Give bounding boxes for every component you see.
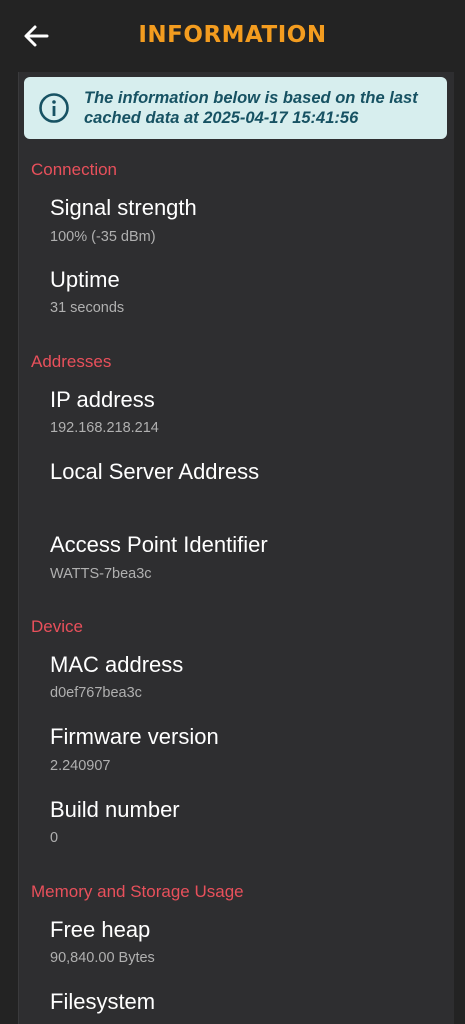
free-heap-value: 90,840.00 Bytes [50, 950, 155, 966]
info-icon [38, 92, 70, 124]
mac-address-label: MAC address [50, 652, 184, 677]
section-header-memory: Memory and Storage Usage [31, 882, 244, 901]
build-number-label: Build number [50, 797, 180, 822]
firmware-version-label: Firmware version [50, 724, 219, 749]
section-header-addresses: Addresses [31, 352, 112, 371]
build-number-value: 0 [50, 830, 59, 846]
uptime-label: Uptime [50, 267, 120, 292]
top-app-bar: INFORMATION [0, 0, 465, 72]
info-list-panel[interactable]: The information below is based on the la… [18, 72, 454, 1024]
cached-data-banner: The information below is based on the la… [24, 77, 447, 139]
access-point-identifier-label: Access Point Identifier [50, 532, 268, 557]
signal-strength-label: Signal strength [50, 195, 197, 220]
ip-address-value: 192.168.218.214 [50, 420, 159, 436]
access-point-identifier-value: WATTS-7bea3c [50, 566, 152, 582]
banner-text: The information below is based on the la… [84, 89, 418, 127]
filesystem-label: Filesystem [50, 989, 156, 1014]
section-header-device: Device [31, 617, 83, 636]
free-heap-label: Free heap [50, 917, 151, 942]
firmware-version-value: 2.240907 [50, 758, 111, 774]
section-header-connection: Connection [31, 160, 118, 179]
local-server-address-label: Local Server Address [50, 459, 260, 484]
ip-address-label: IP address [50, 387, 155, 412]
uptime-value: 31 seconds [50, 300, 125, 316]
signal-strength-value: 100% (-35 dBm) [50, 229, 156, 245]
app-screen: INFORMATION The information below is bas… [0, 0, 465, 1024]
page-title: INFORMATION [138, 22, 327, 48]
mac-address-value: d0ef767bea3c [50, 685, 142, 701]
